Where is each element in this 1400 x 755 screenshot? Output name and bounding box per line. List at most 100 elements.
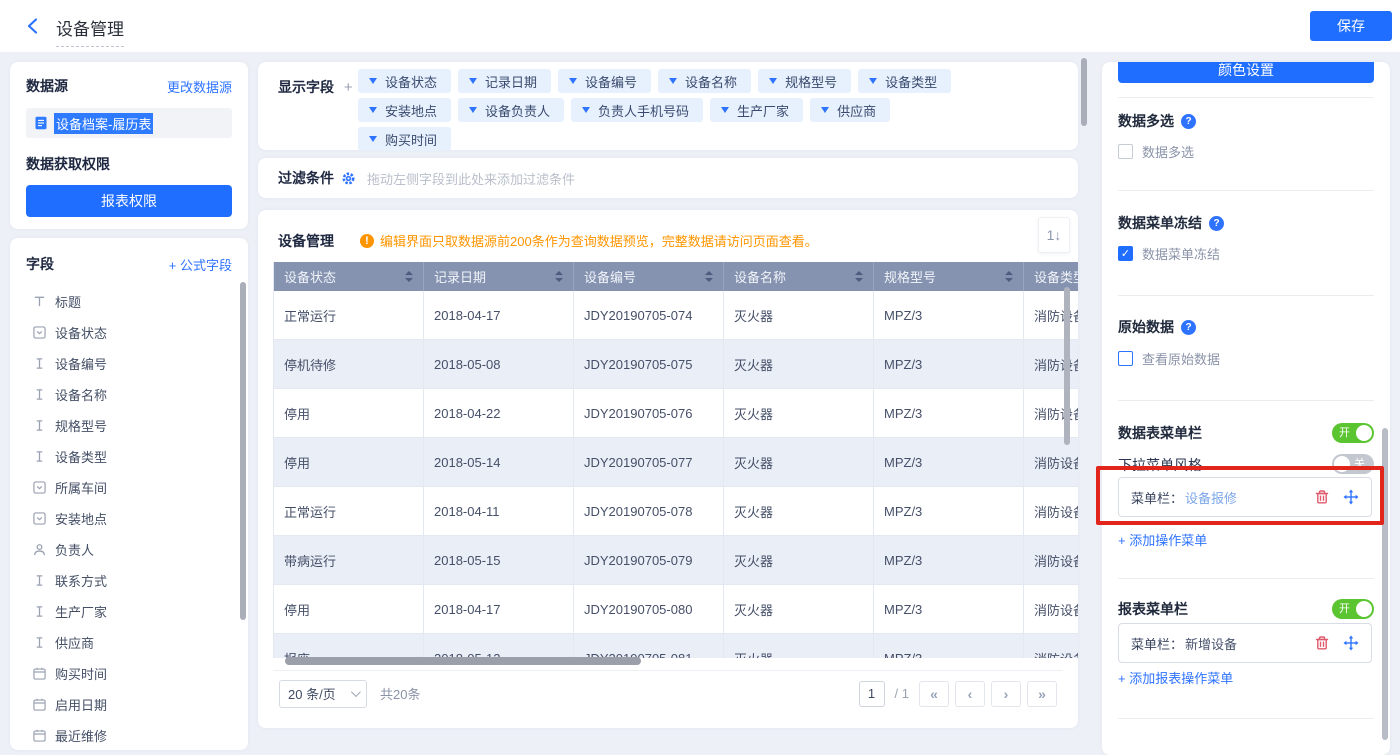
multi-select-option[interactable]: 数据多选: [1118, 142, 1194, 161]
sort-arrows-icon[interactable]: [555, 271, 565, 282]
table-row[interactable]: 正常运行 2018-04-11 JDY20190705-078 灭火器 MPZ/3 消防设…: [274, 487, 1078, 536]
sort-arrows-icon[interactable]: [855, 271, 865, 282]
chip-label: 规格型号: [785, 74, 838, 90]
last-page-button[interactable]: [1027, 680, 1057, 707]
sort-arrows-icon[interactable]: [1005, 271, 1015, 282]
display-fields-label: 显示字段: [278, 79, 334, 95]
save-button[interactable]: 保存: [1310, 11, 1392, 41]
display-field-chip[interactable]: 规格型号: [758, 69, 852, 93]
page-title[interactable]: 设备管理: [56, 15, 124, 47]
page-number-input[interactable]: 1: [858, 680, 885, 707]
field-item-label: 最近维修: [55, 729, 108, 744]
first-page-button[interactable]: [919, 680, 949, 707]
display-field-chip[interactable]: 购买时间: [358, 127, 452, 151]
table-column-header[interactable]: 设备编号: [574, 262, 724, 291]
display-field-chip[interactable]: 设备状态: [358, 69, 452, 93]
table-vertical-scrollbar[interactable]: [1064, 287, 1070, 445]
change-datasource-link[interactable]: 更改数据源: [167, 77, 232, 96]
sort-arrows-icon[interactable]: [705, 271, 715, 282]
field-item[interactable]: 供应商: [26, 627, 232, 658]
color-settings-button[interactable]: 颜色设置: [1118, 62, 1374, 83]
divider: [1118, 295, 1374, 296]
middle-panel-scrollbar[interactable]: [1081, 58, 1087, 126]
field-item[interactable]: 标题: [26, 286, 232, 317]
menu-item-value[interactable]: 设备报修: [1185, 488, 1237, 507]
field-item[interactable]: 生产厂家: [26, 596, 232, 627]
page-size-select[interactable]: 20 条/页: [279, 679, 367, 708]
add-action-menu-link[interactable]: + 添加操作菜单: [1118, 532, 1207, 550]
display-field-chip[interactable]: 供应商: [810, 98, 891, 122]
help-icon[interactable]: ?: [1181, 113, 1196, 129]
report-menu-toggle[interactable]: 开: [1332, 599, 1374, 619]
filter-bar[interactable]: 过滤条件 拖动左侧字段到此处来添加过滤条件: [258, 158, 1078, 198]
settings-scrollbar[interactable]: [1382, 428, 1388, 740]
back-icon[interactable]: [24, 17, 42, 35]
display-field-chip[interactable]: 记录日期: [458, 69, 552, 93]
table-column-header[interactable]: 设备名称: [724, 262, 874, 291]
field-item[interactable]: 启用日期: [26, 689, 232, 720]
trash-icon[interactable]: [1314, 489, 1330, 505]
table-row[interactable]: 停用2018-04-17JDY20190705-080灭火器MPZ/3消防设备: [274, 585, 1078, 634]
table-row[interactable]: 停机待修2018-05-08JDY20190705-075灭火器MPZ/3消防设…: [274, 340, 1078, 389]
table-row[interactable]: 报废2018-05-12JDY20190705-081灭火器MPZ/3消防设备: [274, 634, 1078, 658]
table-cell: JDY20190705-075: [574, 340, 724, 389]
display-field-chip[interactable]: 设备名称: [658, 69, 752, 93]
field-item-label: 设备类型: [55, 450, 108, 465]
field-item[interactable]: 负责人: [26, 534, 232, 565]
field-item[interactable]: 安装地点: [26, 503, 232, 534]
field-item[interactable]: 规格型号: [26, 410, 232, 441]
multi-select-checkbox[interactable]: [1118, 144, 1133, 159]
raw-data-checkbox[interactable]: [1118, 351, 1133, 366]
menu-freeze-checkbox[interactable]: ✓: [1118, 246, 1133, 261]
field-item[interactable]: 联系方式: [26, 565, 232, 596]
display-field-chip[interactable]: 设备编号: [558, 69, 652, 93]
table-menu-item[interactable]: 菜单栏： 设备报修: [1118, 477, 1372, 517]
table-row[interactable]: 带病运行 2018-05-15 JDY20190705-079 灭火器 MPZ/3 消防设…: [274, 536, 1078, 585]
table-row[interactable]: 正常运行2018-04-17JDY20190705-074灭火器MPZ/3消防设…: [274, 291, 1078, 340]
table-cell: 灭火器: [724, 487, 874, 536]
table-row[interactable]: 停用2018-05-14JDY20190705-077灭火器MPZ/3消防设备: [274, 438, 1078, 487]
help-icon[interactable]: ?: [1209, 215, 1224, 231]
add-formula-field-link[interactable]: + 公式字段: [169, 255, 232, 274]
field-item[interactable]: 设备类型: [26, 441, 232, 472]
sort-arrows-icon[interactable]: [405, 271, 415, 282]
table-row[interactable]: 停用2018-04-22JDY20190705-076灭火器MPZ/3消防设备: [274, 389, 1078, 438]
report-menu-item[interactable]: 菜单栏： 新增设备: [1118, 623, 1372, 663]
next-page-button[interactable]: [991, 680, 1021, 707]
gear-icon[interactable]: [341, 171, 356, 186]
field-item[interactable]: 设备名称: [26, 379, 232, 410]
field-item[interactable]: 设备编号: [26, 348, 232, 379]
dropdown-style-toggle[interactable]: 关: [1332, 454, 1374, 474]
menu-freeze-option[interactable]: ✓ 数据菜单冻结: [1118, 244, 1220, 263]
field-item[interactable]: 所属车间: [26, 472, 232, 503]
display-field-chip[interactable]: 设备负责人: [458, 98, 565, 122]
display-field-chip[interactable]: 生产厂家: [710, 98, 804, 122]
table-column-header[interactable]: 记录日期: [424, 262, 574, 291]
datasource-item[interactable]: 设备档案-履历表: [26, 108, 232, 138]
prev-page-button[interactable]: [955, 680, 985, 707]
fields-scrollbar[interactable]: [240, 282, 246, 620]
table-horizontal-scrollbar[interactable]: [285, 657, 641, 665]
report-permission-button[interactable]: 报表权限: [26, 185, 232, 217]
field-item[interactable]: 最近维修: [26, 720, 232, 750]
table-column-header[interactable]: 设备状态: [274, 262, 424, 291]
add-report-action-menu-link[interactable]: + 添加报表操作菜单: [1118, 670, 1233, 688]
display-field-chip[interactable]: 安装地点: [358, 98, 452, 122]
table-column-header[interactable]: 规格型号: [874, 262, 1024, 291]
table-cell: 2018-04-11: [424, 487, 574, 536]
move-icon[interactable]: [1343, 489, 1359, 505]
move-icon[interactable]: [1343, 635, 1359, 651]
table-menu-toggle[interactable]: 开: [1332, 423, 1374, 443]
field-item[interactable]: 设备状态: [26, 317, 232, 348]
raw-data-option[interactable]: 查看原始数据: [1118, 349, 1220, 368]
display-field-chip[interactable]: 负责人手机号码: [571, 98, 704, 122]
add-display-field-button[interactable]: +: [344, 79, 353, 96]
display-field-chip[interactable]: 设备类型: [858, 69, 952, 93]
trash-icon[interactable]: [1314, 635, 1330, 651]
menu-item-value[interactable]: 新增设备: [1185, 634, 1237, 653]
help-icon[interactable]: ?: [1181, 319, 1196, 335]
table-column-header[interactable]: 设备类型: [1024, 262, 1078, 291]
table-cell: MPZ/3: [874, 291, 1024, 340]
sort-tool-button[interactable]: 1↓: [1038, 217, 1070, 253]
field-item[interactable]: 购买时间: [26, 658, 232, 689]
